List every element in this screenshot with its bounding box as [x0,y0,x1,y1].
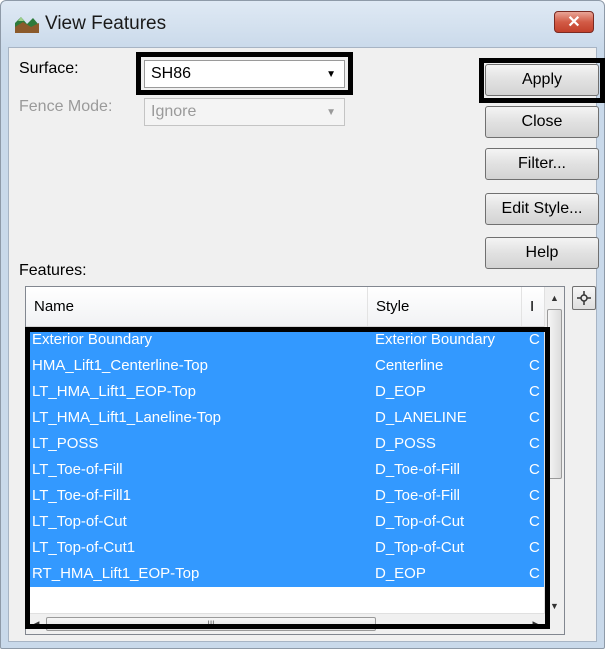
fence-mode-value: Ignore [151,103,197,120]
features-label: Features: [19,262,87,279]
chevron-down-icon: ▼ [326,106,336,118]
column-header-third[interactable]: I [522,287,546,326]
surface-highlight-box [136,52,353,95]
close-button[interactable]: Close [485,106,599,138]
surface-app-icon [15,15,39,33]
fence-mode-dropdown[interactable]: Ignore ▼ [144,98,345,126]
view-features-window: View Features ✕ Surface: SH86 ▼ Fence Mo… [0,0,605,649]
surface-label: Surface: [19,60,79,77]
filter-button[interactable]: Filter... [485,148,599,180]
scroll-up-icon[interactable]: ▲ [547,289,562,306]
selection-highlight-box [25,327,550,629]
help-button[interactable]: Help [485,237,599,269]
column-header-style[interactable]: Style [368,287,522,326]
window-title: View Features [45,13,167,34]
edit-style-button[interactable]: Edit Style... [485,193,599,225]
locate-feature-button[interactable] [572,286,596,310]
column-header-name[interactable]: Name [26,287,368,326]
close-icon: ✕ [567,14,581,31]
fence-mode-label: Fence Mode: [19,98,113,115]
dialog-body: Surface: SH86 ▼ Fence Mode: Ignore ▼ App… [8,47,605,642]
window-close-button[interactable]: ✕ [554,11,594,33]
crosshair-icon [577,291,591,305]
title-bar[interactable]: View Features ✕ [1,1,604,47]
list-header: Name Style I [26,287,546,327]
apply-highlight-box [479,58,605,103]
